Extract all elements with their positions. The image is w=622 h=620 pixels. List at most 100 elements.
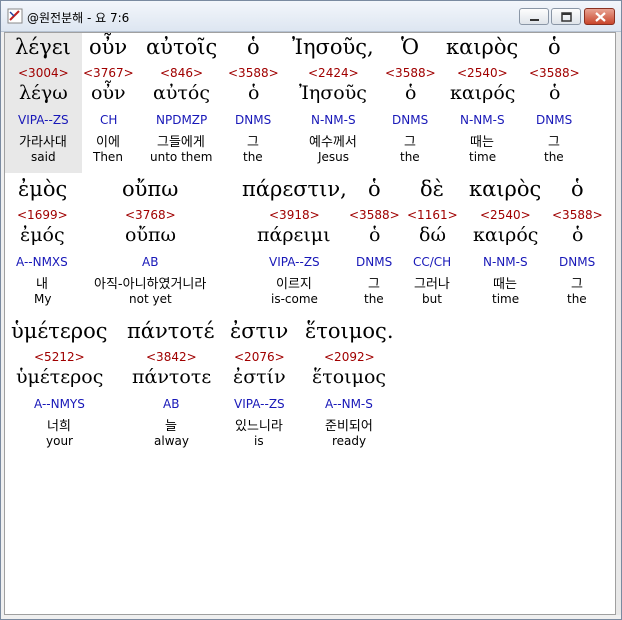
greek-word: καιρὸς [469, 177, 542, 201]
verse-analysis-panel[interactable]: λέγει <3004> λέγω VIPA--ZS 가라사대 said οὖν <3767>… [4, 32, 616, 615]
maximize-button[interactable] [551, 8, 581, 25]
strong-number: <3588> [385, 66, 436, 80]
korean-gloss: 예수께서 [309, 135, 357, 150]
english-gloss: Jesus [318, 150, 350, 164]
korean-gloss: 이에 [96, 135, 120, 150]
greek-word: ὁ [571, 177, 584, 201]
strong-number: <3004> [18, 66, 69, 80]
strong-number: <1161> [407, 208, 458, 222]
parsing-code: CC/CH [413, 255, 452, 269]
close-button[interactable] [584, 8, 615, 25]
lemma: οὔπω [125, 224, 176, 246]
greek-word: οὖν [89, 35, 128, 59]
lemma: ὁ [549, 82, 561, 104]
greek-word: λέγει [15, 35, 71, 59]
korean-gloss: 이르지 [276, 277, 312, 292]
greek-word: ὁ [247, 35, 260, 59]
lemma: πάντοτε [132, 366, 212, 388]
lemma: ἐστίν [233, 366, 286, 388]
korean-gloss: 그 [247, 135, 259, 150]
strong-number: <2076> [234, 350, 285, 364]
lemma: ὁ [369, 224, 381, 246]
greek-word: Ὁ [401, 35, 420, 59]
parsing-code: NPDMZP [156, 113, 208, 127]
maximize-icon [561, 12, 572, 22]
strong-number: <3842> [146, 350, 197, 364]
parsing-code: CH [100, 113, 118, 127]
english-gloss: but [422, 292, 442, 306]
parsing-code: AB [163, 397, 180, 411]
lemma: Ἰησοῦς [299, 82, 367, 104]
greek-word: ἐμὸς [18, 177, 68, 201]
english-gloss: is-come [271, 292, 318, 306]
parsing-code: DNMS [235, 113, 272, 127]
greek-word: ὑμέτερος [11, 319, 108, 343]
english-gloss: your [46, 434, 73, 448]
korean-gloss: 그 [548, 135, 560, 150]
strong-number: <2092> [324, 350, 375, 364]
vertical-scrollbar[interactable] [616, 32, 621, 615]
korean-gloss: 때는 [493, 277, 517, 292]
parsing-code: DNMS [356, 255, 393, 269]
lemma: καιρός [450, 82, 516, 104]
english-gloss: not yet [129, 292, 172, 306]
english-gloss: ready [332, 434, 367, 448]
parsing-code: N-NM-S [311, 113, 356, 127]
lemma: λέγω [19, 82, 68, 104]
english-gloss: time [492, 292, 520, 306]
window-title: @원전분해 - 요 7:6 [27, 11, 130, 25]
strong-number: <5212> [34, 350, 85, 364]
close-icon [595, 12, 606, 22]
korean-gloss: 그들에게 [157, 135, 205, 150]
lemma: ὁ [248, 82, 260, 104]
korean-gloss: 때는 [470, 135, 494, 150]
parsing-code: N-NM-S [483, 255, 528, 269]
english-gloss: said [31, 150, 56, 164]
english-gloss: time [469, 150, 497, 164]
strong-number: <846> [160, 66, 204, 80]
korean-gloss: 늘 [165, 419, 177, 434]
lemma: ἕτοιμος [312, 366, 387, 388]
parsing-code: A--NMYS [34, 397, 85, 411]
parsing-code: AB [142, 255, 159, 269]
parsing-code: N-NM-S [460, 113, 505, 127]
strong-number: <3768> [125, 208, 176, 222]
title-bar[interactable]: @원전분해 - 요 7:6 [1, 1, 621, 32]
lemma: ὁ [572, 224, 584, 246]
lemma: αὐτός [153, 82, 210, 104]
strong-number: <1699> [17, 208, 68, 222]
greek-word: ὁ [368, 177, 381, 201]
greek-word: ὁ [548, 35, 561, 59]
greek-word: αὐτοῖς [146, 35, 218, 59]
parsing-code: A--NM-S [325, 397, 373, 411]
korean-gloss: 내 [36, 277, 48, 292]
word-row: ὑμέτερος <5212> ὑμέτερος A--NMYS 너희 your πάντο… [5, 317, 615, 457]
strong-number: <2540> [457, 66, 508, 80]
app-window: @원전분해 - 요 7:6 λέγει <3004> λέγω VIPA--ZS 가라사… [0, 0, 622, 620]
parsing-code: VIPA--ZS [234, 397, 285, 411]
greek-word: καιρὸς [446, 35, 519, 59]
greek-word: ἕτοιμος. [305, 319, 394, 343]
korean-gloss: 준비되어 [325, 419, 373, 434]
korean-gloss: 그 [368, 277, 380, 292]
minimize-button[interactable] [519, 8, 549, 25]
english-gloss: Then [93, 150, 123, 164]
korean-gloss: 있느니라 [235, 419, 283, 434]
parsing-code: A--NMXS [16, 255, 68, 269]
parsing-code: VIPA--ZS [18, 113, 69, 127]
lemma: πάρειμι [257, 224, 331, 246]
english-gloss: alway [154, 434, 189, 448]
english-gloss: the [567, 292, 587, 306]
strong-number: <3588> [552, 208, 603, 222]
strong-number: <2540> [480, 208, 531, 222]
app-icon [7, 8, 23, 24]
parsing-code: DNMS [536, 113, 573, 127]
korean-gloss: 그 [571, 277, 583, 292]
parsing-code: DNMS [392, 113, 429, 127]
strong-number: <3588> [529, 66, 580, 80]
strong-number: <2424> [308, 66, 359, 80]
korean-gloss: 그러나 [414, 277, 450, 292]
parsing-code: VIPA--ZS [269, 255, 320, 269]
lemma: δώ [419, 224, 446, 246]
english-gloss: the [544, 150, 564, 164]
